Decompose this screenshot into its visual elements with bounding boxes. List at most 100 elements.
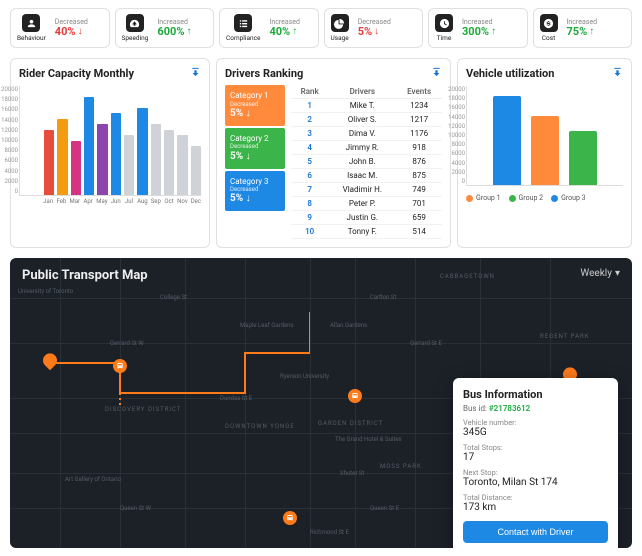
bar [84,97,94,195]
category-card[interactable]: Category 2Decreased5% ↓ [225,128,285,169]
panels-row: Rider Capacity Monthly 20000180001600014… [10,58,632,248]
bar [191,146,201,195]
x-label: Jan [43,198,53,205]
bar [71,141,81,196]
list-icon [234,14,252,32]
table-header: Drivers [328,85,396,99]
area-label: DOWNTOWN YONGE [225,423,295,430]
table-row[interactable]: 5John B.876 [291,155,442,169]
table-header: Rank [291,85,328,99]
panel-title: Drivers Ranking [225,67,303,80]
x-label: Jul [124,198,134,205]
area-label: REGENT PARK [540,333,590,340]
download-icon[interactable] [612,67,623,81]
rider-capacity-chart: 2000018000160001400012000100008000600040… [19,86,201,205]
street-label: Richmond St E [310,529,349,536]
bar [137,108,147,195]
chevron-down-icon: ▾ [615,268,620,279]
kpi-card[interactable]: Time Increased 300% ↑ [428,8,528,48]
field-label: Total Stops: [463,443,608,452]
field-label: Vehicle number: [463,418,608,427]
kpi-card[interactable]: Speeding Increased 600% ↑ [115,8,215,48]
bus-info-card: Bus Information Bus id: #21783612 Vehicl… [453,378,618,548]
field-label: Next Stop: [463,468,608,477]
street-label: Allan Gardens [330,322,367,329]
table-header: Events [396,85,442,99]
street-label: Queen St E [370,505,399,512]
contact-driver-button[interactable]: Contact with Driver [463,521,608,543]
poi-label: The Grand Hotel & Suites [335,436,402,443]
period-selector[interactable]: Weekly ▾ [580,268,620,279]
table-row[interactable]: 3Dima V.1176 [291,127,442,141]
category-card[interactable]: Category 1Decreased5% ↓ [225,85,285,126]
kpi-value: 5% ↓ [358,26,391,39]
bus-marker-icon[interactable] [113,359,127,373]
table-row[interactable]: 4Jimmy R.918 [291,141,442,155]
bar [569,131,597,185]
poi-label: Art Gallery of Ontario [65,476,121,483]
bar [111,113,121,195]
field-label: Total Distance: [463,493,608,502]
table-row[interactable]: 6Isaac M.875 [291,169,442,183]
transport-map[interactable]: Public Transport Map Weekly ▾ College St… [10,258,632,548]
kpi-value: 40% ↑ [269,26,300,39]
area-label: GARDEN DISTRICT [318,420,383,427]
kpi-value: 600% ↑ [157,26,191,39]
x-label: Dec [191,198,201,205]
bus-marker-icon[interactable] [348,389,362,403]
bar [44,130,54,195]
download-icon[interactable] [431,67,442,81]
area-label: MOSS PARK [380,463,422,470]
bar [164,130,174,195]
bar [177,135,187,195]
x-label: May [96,198,107,205]
download-icon[interactable] [190,67,201,81]
bus-id: Bus id: #21783612 [463,404,608,413]
kpi-card[interactable]: Cost Increased 75% ↑ [533,8,633,48]
table-row[interactable]: 2Oliver S.1217 [291,113,442,127]
kpi-value: 40% ↓ [55,26,88,39]
kpi-name: Compliance [226,34,260,42]
legend-item: Group 2 [509,194,544,202]
field-value: 173 km [463,502,608,513]
table-row[interactable]: 8Peter P.701 [291,197,442,211]
kpi-card[interactable]: Usage Decreased 5% ↓ [324,8,424,48]
kpi-card[interactable]: Behaviour Decreased 40% ↓ [10,8,110,48]
street-label: Dundas St E [220,395,252,402]
street-label: Gerrard St W [110,340,144,347]
poi-label: Ryerson University [280,373,329,380]
user-icon [22,14,40,32]
street-label: College St [160,294,187,301]
category-card[interactable]: Category 3Decreased5% ↓ [225,171,285,212]
panel-title: Vehicle utilization [466,67,623,80]
rider-capacity-panel: Rider Capacity Monthly 20000180001600014… [10,58,210,248]
category-list: Category 1Decreased5% ↓ Category 2Decrea… [225,85,285,239]
field-value: 17 [463,452,608,463]
pie-icon [331,14,349,32]
vehicle-utilization-chart: 2000018000160001400012000100008000600040… [466,86,623,186]
x-label: Mar [70,198,81,205]
dollar-icon [540,14,558,32]
x-label: Apr [83,198,93,205]
table-row[interactable]: 7Vladimir H.749 [291,183,442,197]
x-label: Nov [177,198,188,205]
street-label: Gerrard St E [410,340,442,347]
table-row[interactable]: 10Tonny F.514 [291,225,442,239]
street-label: Carlton St [370,294,396,301]
street-label: Maple Leaf Gardens [240,322,294,329]
clock-icon [435,14,453,32]
bar [97,124,107,195]
bus-marker-icon[interactable] [283,511,297,525]
field-value: Toronto, Milan St 174 [463,477,608,488]
x-label: Feb [56,198,66,205]
map-title: Public Transport Map [22,268,148,283]
bar [493,96,521,185]
table-row[interactable]: 1Mike T.1234 [291,99,442,113]
kpi-name: Behaviour [17,34,46,42]
field-value: 345G [463,427,608,438]
area-label: DISCOVERY DISTRICT [105,406,181,413]
kpi-card[interactable]: Compliance Increased 40% ↑ [219,8,319,48]
kpi-name: Speeding [122,34,149,42]
kpi-value: 300% ↑ [462,26,496,39]
table-row[interactable]: 9Justin G.659 [291,211,442,225]
